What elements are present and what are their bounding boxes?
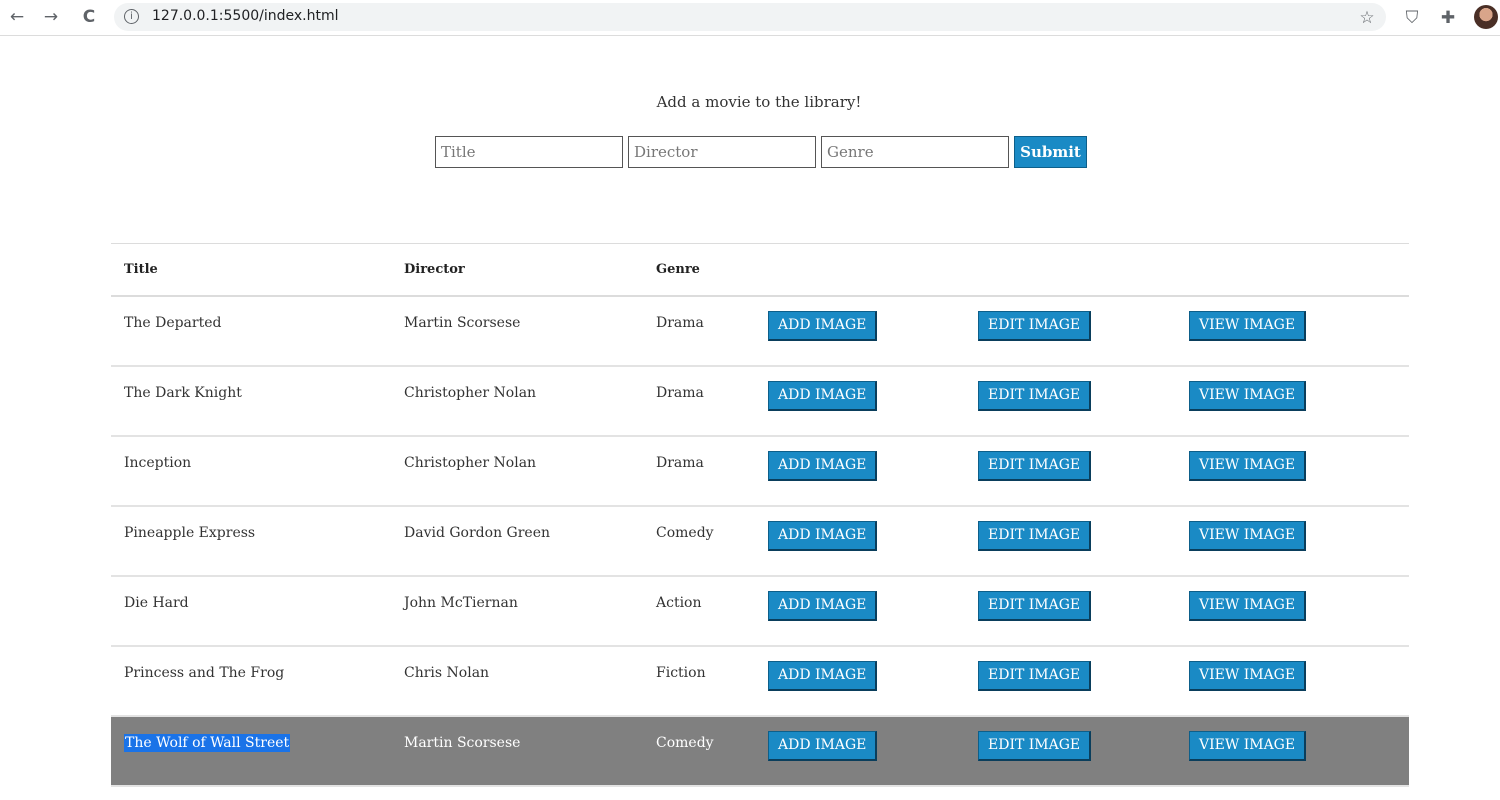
view-cell: VIEW IMAGE	[1189, 436, 1409, 506]
puzzle-icon[interactable]: ✚	[1437, 7, 1459, 29]
view-cell: VIEW IMAGE	[1189, 646, 1409, 716]
edit-image-button[interactable]: EDIT IMAGE	[978, 450, 1092, 481]
edit-image-button[interactable]: EDIT IMAGE	[978, 660, 1092, 691]
add-cell: ADD IMAGE	[768, 646, 978, 716]
movie-title: The Wolf of Wall Street	[111, 716, 391, 786]
movie-title: The Dark Knight	[124, 384, 242, 401]
table-row: The Dark Knight Christopher Nolan Drama …	[111, 366, 1409, 436]
director-input[interactable]	[628, 136, 816, 168]
add-movie-form: Submit	[435, 136, 1087, 168]
movie-genre: Comedy	[656, 734, 714, 751]
movie-genre: Drama	[656, 314, 704, 331]
header-empty	[1189, 244, 1409, 296]
add-cell: ADD IMAGE	[768, 296, 978, 366]
view-image-button[interactable]: VIEW IMAGE	[1189, 520, 1307, 551]
url-text[interactable]: 127.0.0.1:5500/index.html	[152, 8, 339, 24]
movie-director: Martin Scorsese	[404, 314, 521, 331]
edit-cell: EDIT IMAGE	[978, 366, 1189, 436]
edit-image-button[interactable]: EDIT IMAGE	[978, 380, 1092, 411]
view-cell: VIEW IMAGE	[1189, 296, 1409, 366]
movie-director: Christopher Nolan	[404, 384, 537, 401]
add-image-button[interactable]: ADD IMAGE	[768, 450, 878, 481]
edit-image-button[interactable]: EDIT IMAGE	[978, 520, 1092, 551]
view-image-button[interactable]: VIEW IMAGE	[1189, 380, 1307, 411]
movie-title: Die Hard	[124, 594, 189, 611]
star-icon[interactable]: ☆	[1356, 7, 1378, 29]
reload-icon[interactable]: C	[78, 6, 100, 28]
add-image-button[interactable]: ADD IMAGE	[768, 590, 878, 621]
form-heading: Add a movie to the library!	[656, 93, 862, 111]
genre-input[interactable]	[821, 136, 1009, 168]
table-row: Princess and The Frog Chris Nolan Fictio…	[111, 646, 1409, 716]
movie-director: Chris Nolan	[404, 664, 490, 681]
selected-text: The Wolf of Wall Street	[124, 733, 291, 752]
edit-image-button[interactable]: EDIT IMAGE	[978, 730, 1092, 761]
edit-cell: EDIT IMAGE	[978, 436, 1189, 506]
add-image-button[interactable]: ADD IMAGE	[768, 660, 878, 691]
movie-genre: Fiction	[656, 664, 706, 681]
add-image-button[interactable]: ADD IMAGE	[768, 310, 878, 341]
add-image-button[interactable]: ADD IMAGE	[768, 730, 878, 761]
back-icon[interactable]: ←	[6, 6, 28, 28]
edit-image-button[interactable]: EDIT IMAGE	[978, 590, 1092, 621]
add-cell: ADD IMAGE	[768, 716, 978, 786]
edit-cell: EDIT IMAGE	[978, 646, 1189, 716]
view-image-button[interactable]: VIEW IMAGE	[1189, 660, 1307, 691]
table-row: Pineapple Express David Gordon Green Com…	[111, 506, 1409, 576]
movie-genre: Action	[656, 594, 702, 611]
header-empty	[768, 244, 978, 296]
movie-director: Martin Scorsese	[404, 734, 521, 751]
edit-cell: EDIT IMAGE	[978, 576, 1189, 646]
browser-toolbar: ← → C i 127.0.0.1:5500/index.html ☆ ⛉ ✚	[0, 0, 1500, 36]
view-cell: VIEW IMAGE	[1189, 716, 1409, 786]
add-cell: ADD IMAGE	[768, 366, 978, 436]
add-cell: ADD IMAGE	[768, 506, 978, 576]
forward-icon[interactable]: →	[40, 6, 62, 28]
movie-title: Pineapple Express	[124, 524, 256, 541]
edit-cell: EDIT IMAGE	[978, 506, 1189, 576]
movie-table: Title Director Genre The Departed Martin…	[111, 243, 1409, 787]
table-row-selected: The Wolf of Wall Street Martin Scorsese …	[111, 715, 1409, 786]
movie-director: David Gordon Green	[404, 524, 550, 541]
info-icon[interactable]: i	[124, 9, 139, 24]
table-header-row: Title Director Genre	[111, 243, 1409, 296]
table-row: Die Hard John McTiernan Action ADD IMAGE…	[111, 576, 1409, 646]
header-empty	[978, 244, 1189, 296]
movie-title: Inception	[124, 454, 192, 471]
table-row: The Departed Martin Scorsese Drama ADD I…	[111, 296, 1409, 366]
add-image-button[interactable]: ADD IMAGE	[768, 520, 878, 551]
add-cell: ADD IMAGE	[768, 576, 978, 646]
edit-cell: EDIT IMAGE	[978, 296, 1189, 366]
view-image-button[interactable]: VIEW IMAGE	[1189, 450, 1307, 481]
movie-genre: Drama	[656, 454, 704, 471]
add-image-button[interactable]: ADD IMAGE	[768, 380, 878, 411]
edit-cell: EDIT IMAGE	[978, 716, 1189, 786]
header-director: Director	[404, 261, 465, 277]
profile-avatar[interactable]	[1474, 5, 1498, 29]
shield-icon[interactable]: ⛉	[1401, 7, 1423, 29]
movie-director: Christopher Nolan	[404, 454, 537, 471]
movie-genre: Comedy	[656, 524, 714, 541]
view-image-button[interactable]: VIEW IMAGE	[1189, 730, 1307, 761]
edit-image-button[interactable]: EDIT IMAGE	[978, 310, 1092, 341]
view-cell: VIEW IMAGE	[1189, 506, 1409, 576]
add-cell: ADD IMAGE	[768, 436, 978, 506]
header-genre: Genre	[656, 261, 700, 277]
view-image-button[interactable]: VIEW IMAGE	[1189, 310, 1307, 341]
table-row: Inception Christopher Nolan Drama ADD IM…	[111, 436, 1409, 506]
header-title: Title	[124, 261, 158, 277]
view-cell: VIEW IMAGE	[1189, 576, 1409, 646]
movie-director: John McTiernan	[404, 594, 518, 611]
address-bar[interactable]: i 127.0.0.1:5500/index.html	[114, 3, 1386, 31]
view-image-button[interactable]: VIEW IMAGE	[1189, 590, 1307, 621]
movie-title: The Departed	[124, 314, 222, 331]
submit-button[interactable]: Submit	[1014, 136, 1087, 168]
view-cell: VIEW IMAGE	[1189, 366, 1409, 436]
movie-genre: Drama	[656, 384, 704, 401]
title-input[interactable]	[435, 136, 623, 168]
movie-title: Princess and The Frog	[124, 664, 285, 681]
